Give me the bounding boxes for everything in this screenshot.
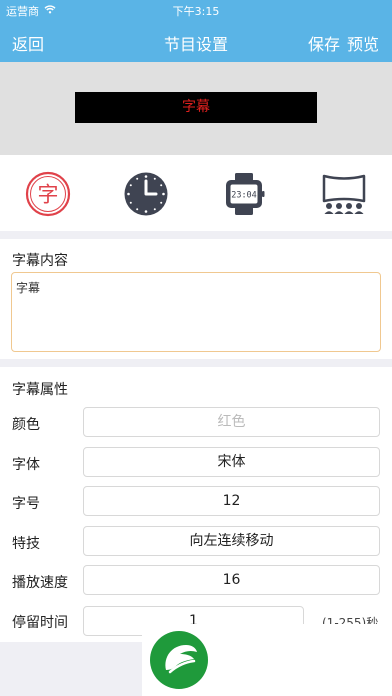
font-label: 字体 bbox=[12, 457, 40, 473]
subtitle-content-input[interactable]: 字幕 bbox=[11, 272, 381, 352]
effect-label: 特技 bbox=[12, 536, 40, 552]
digital-watch-icon: 23:04 bbox=[226, 173, 265, 215]
font-size-label: 字号 bbox=[12, 496, 40, 512]
subtitle-attributes-section: 字幕属性 颜色 红色 字体 宋体 字号 12 特技 向左连续移动 播放速度 16… bbox=[0, 367, 392, 642]
font-size-field[interactable]: 12 bbox=[83, 486, 380, 516]
color-field[interactable]: 红色 bbox=[83, 407, 380, 437]
stay-time-label: 停留时间 bbox=[12, 615, 68, 631]
subtitle-content-section: 字幕内容 字幕 bbox=[0, 239, 392, 359]
effect-field[interactable]: 向左连续移动 bbox=[83, 526, 380, 556]
nav-bar: 返回 节目设置 保存 预览 bbox=[0, 20, 392, 62]
led-preview-screen: 字幕 bbox=[75, 92, 317, 123]
led-preview-area: 字幕 bbox=[0, 62, 392, 155]
mode-selector: 字 23:04 bbox=[0, 155, 392, 231]
status-bar: 运营商 下午3:15 bbox=[0, 0, 392, 20]
logo-overlay bbox=[142, 624, 392, 696]
status-time: 下午3:15 bbox=[172, 5, 220, 18]
preview-button[interactable]: 预览 bbox=[347, 31, 379, 55]
font-field[interactable]: 宋体 bbox=[83, 447, 380, 477]
subtitle-char-glyph: 字 bbox=[38, 183, 59, 207]
subtitle-mode-button[interactable]: 字 bbox=[24, 170, 72, 218]
cinema-mode-button[interactable] bbox=[320, 170, 368, 218]
attributes-section-title: 字幕属性 bbox=[12, 382, 68, 398]
digital-watch-glyph: 23:04 bbox=[231, 191, 257, 201]
color-label: 颜色 bbox=[12, 417, 40, 433]
play-speed-label: 播放速度 bbox=[12, 575, 68, 591]
play-speed-field[interactable]: 16 bbox=[83, 565, 380, 595]
subtitle-char-icon: 字 bbox=[25, 171, 71, 217]
save-button[interactable]: 保存 bbox=[308, 31, 340, 55]
digital-clock-mode-button[interactable]: 23:04 bbox=[220, 170, 268, 218]
back-button[interactable]: 返回 bbox=[12, 31, 44, 55]
analog-clock-icon bbox=[124, 172, 168, 216]
content-section-title: 字幕内容 bbox=[12, 253, 68, 269]
screen-audience-icon bbox=[322, 174, 366, 214]
clock-mode-button[interactable] bbox=[122, 170, 170, 218]
leaf-logo-icon bbox=[150, 631, 208, 689]
